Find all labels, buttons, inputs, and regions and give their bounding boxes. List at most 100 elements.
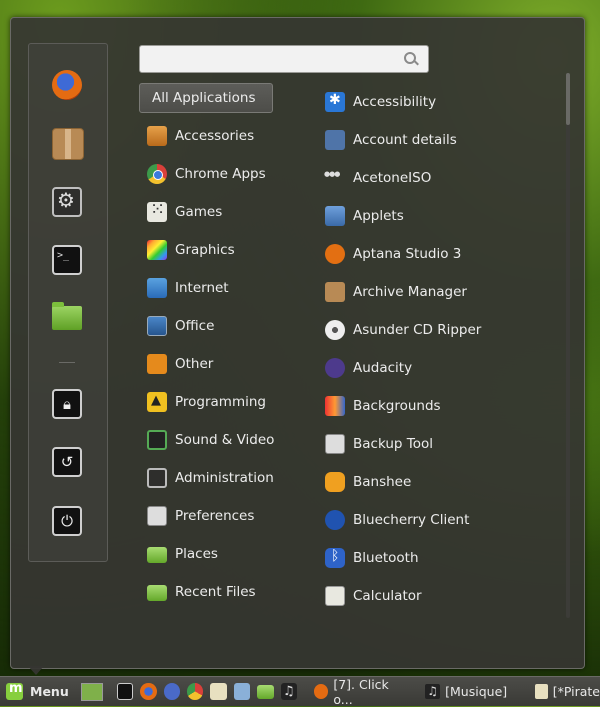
category-label: All Applications [152,90,256,106]
image-viewer-launcher-icon[interactable] [233,683,251,700]
terminal-launcher-icon[interactable] [116,683,134,700]
favorites-panel: 🔒︎ ↺ ⏻ [28,43,108,562]
category-label: Office [175,318,215,334]
category-sound-video[interactable]: Sound & Video [139,421,319,459]
app-acetoneiso[interactable]: AcetoneISO [324,159,560,197]
task-label: [Musique] [445,684,508,699]
account-details-icon [325,130,345,150]
search-icon[interactable] [404,52,416,64]
app-bluetooth[interactable]: Bluetooth [325,539,560,577]
category-games[interactable]: Games [139,193,319,231]
chrome-launcher-icon[interactable] [186,683,204,700]
category-graphics[interactable]: Graphics [139,231,319,269]
internet-icon [147,278,167,298]
category-all-applications[interactable]: All Applications [139,83,273,113]
menu-button[interactable]: Menu [0,681,75,700]
aptana-studio-icon [325,244,345,264]
text-editor-icon [535,684,548,699]
music-launcher-icon[interactable]: ♫ [280,683,297,700]
app-applets[interactable]: Applets [325,197,560,235]
menu-label: Menu [30,684,69,699]
category-chrome-apps[interactable]: Chrome Apps [139,155,319,193]
favorites-separator [59,362,75,363]
search-input[interactable] [139,45,429,73]
show-desktop-icon[interactable] [81,682,103,701]
category-label: Places [175,546,218,562]
files-launcher-icon[interactable] [257,684,274,699]
category-recent-files[interactable]: Recent Files [139,573,319,611]
menu-pointer [28,666,44,675]
sound-video-icon [147,430,167,450]
app-bluecherry-client[interactable]: Bluecherry Client [325,501,560,539]
app-label: Bluecherry Client [353,512,470,528]
category-programming[interactable]: Programming [139,383,319,421]
logout-icon[interactable]: ↺ [52,447,82,477]
category-accessories[interactable]: Accessories [139,117,319,155]
category-label: Games [175,204,223,220]
system-settings-icon[interactable] [52,187,82,217]
category-label: Chrome Apps [175,166,266,182]
application-list: Accessibility Account details AcetoneISO… [324,83,560,615]
folder-icon[interactable] [52,302,82,330]
backup-tool-icon [325,434,345,454]
firefox-icon[interactable] [52,70,82,100]
taskbar-window-3[interactable]: [*Pirate [535,684,600,699]
app-list-scrollbar[interactable] [566,73,570,618]
app-label: Backgrounds [353,398,441,414]
editor-launcher-icon[interactable] [210,683,227,700]
programming-icon [147,392,167,412]
app-audacity[interactable]: Audacity [325,349,560,387]
app-account-details[interactable]: Account details [325,121,560,159]
app-label: Audacity [353,360,413,376]
category-internet[interactable]: Internet [139,269,319,307]
category-list: All Applications Accessories Chrome Apps… [139,83,319,611]
chrome-icon [147,164,167,184]
scrollbar-thumb[interactable] [566,73,570,125]
office-icon [147,316,167,336]
calculator-icon [325,586,345,606]
app-label: Accessibility [353,94,437,110]
category-label: Accessories [175,128,255,144]
category-administration[interactable]: Administration [139,459,319,497]
app-backgrounds[interactable]: Backgrounds [325,387,560,425]
app-backup-tool[interactable]: Backup Tool [325,425,560,463]
power-icon[interactable]: ⏻ [52,506,82,536]
category-label: Recent Files [175,584,256,600]
category-label: Administration [175,470,274,486]
app-accessibility[interactable]: Accessibility [325,83,560,121]
search-field[interactable] [144,48,398,70]
app-banshee[interactable]: Banshee [325,463,560,501]
browser-launcher-icon[interactable] [163,683,180,700]
category-label: Other [175,356,214,372]
category-label: Graphics [175,242,235,258]
app-asunder-cd-ripper[interactable]: Asunder CD Ripper [325,311,560,349]
category-label: Preferences [175,508,255,524]
app-calculator[interactable]: Calculator [325,577,560,615]
app-label: AcetoneISO [353,170,432,186]
administration-icon [147,468,167,488]
category-places[interactable]: Places [139,535,319,573]
banshee-icon [325,472,345,492]
graphics-icon [147,240,167,260]
terminal-icon[interactable] [52,245,82,275]
app-archive-manager[interactable]: Archive Manager [325,273,560,311]
archive-manager-icon [325,282,345,302]
category-office[interactable]: Office [139,307,319,345]
package-manager-icon[interactable] [52,128,84,160]
acetoneiso-icon [324,168,345,188]
recent-files-icon [147,585,167,601]
places-folder-icon [147,547,167,563]
taskbar-window-2[interactable]: ♫ [Musique] [425,684,507,699]
taskbar-window-1[interactable]: [7]. Click o... [313,676,409,707]
bluetooth-icon [325,548,345,568]
app-aptana-studio[interactable]: Aptana Studio 3 [325,235,560,273]
firefox-icon [313,684,329,699]
applets-icon [325,206,345,226]
task-label: [7]. Click o... [333,676,389,707]
category-preferences[interactable]: Preferences [139,497,319,535]
category-other[interactable]: Other [139,345,319,383]
games-icon [147,199,167,222]
lock-screen-icon[interactable]: 🔒︎ [52,389,82,419]
mint-logo-icon [6,681,23,700]
firefox-launcher-icon[interactable] [140,683,157,700]
